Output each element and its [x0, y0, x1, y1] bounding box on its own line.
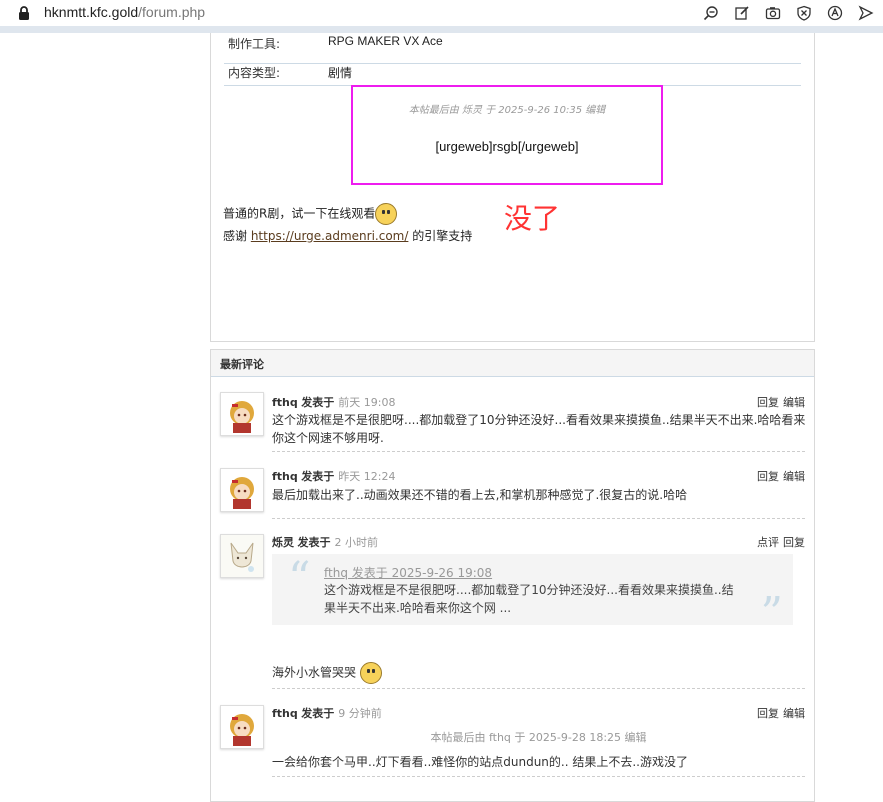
- edit-button[interactable]: 编辑: [783, 470, 805, 483]
- comment-text: 这个游戏框是不是很肥呀....都加载登了10分钟还没好...看看效果来摸摸鱼..…: [272, 413, 806, 445]
- rate-button[interactable]: 点评: [757, 536, 779, 549]
- send-icon[interactable]: [855, 2, 877, 24]
- avatar[interactable]: [220, 705, 264, 749]
- edit-note: 本帖最后由 烁灵 于 2025-9-26 10:35 编辑: [408, 105, 606, 116]
- comment-meta: fthq 发表于 前天 19:08: [272, 396, 396, 409]
- crying-emoji-icon: [359, 662, 382, 684]
- avatar-girl-icon: [221, 706, 263, 748]
- reply-button[interactable]: 回复: [757, 707, 779, 720]
- quote-block: “ ” fthq 发表于 2025-9-26 19:08 这个游戏框是不是很肥呀…: [272, 553, 793, 636]
- reply-button[interactable]: 回复: [783, 536, 805, 549]
- comment-meta: fthq 发表于 昨天 12:24: [272, 470, 396, 483]
- avatar-girl-icon: [221, 469, 263, 511]
- comments-header: 最新评论: [211, 350, 814, 377]
- quote-author-link[interactable]: fthq 发表于 2025-9-26 19:08: [324, 564, 492, 581]
- address-bar[interactable]: hknmtt.kfc.gold/forum.php: [0, 0, 883, 26]
- shield-icon[interactable]: [793, 2, 815, 24]
- lock-icon: [19, 6, 29, 20]
- avatar-girl-icon: [221, 393, 263, 435]
- annotation-text: 没了: [504, 202, 561, 235]
- meta-value: RPG MAKER VX Ace: [328, 34, 443, 48]
- meta-label: 内容类型:: [228, 66, 281, 80]
- comment-meta: fthq 发表于 9 分钟前: [272, 707, 382, 720]
- quote-text: 这个游戏框是不是很肥呀....都加载登了10分钟还没好...看看效果来摸摸鱼..…: [324, 583, 734, 615]
- avatar-fox-icon: [221, 535, 263, 577]
- comment-actions: 点评 回复: [753, 534, 805, 550]
- comment-time: 昨天 12:24: [338, 470, 396, 483]
- smile-emoji-icon: [375, 203, 398, 225]
- edit-button[interactable]: 编辑: [783, 396, 805, 409]
- comment-text: 一会给你套个马甲..灯下看看..难怪你的站点dundun的.. 结果上不去..游…: [272, 755, 688, 769]
- comment-author[interactable]: fthq: [272, 470, 298, 483]
- comment-text: 海外小水管哭哭: [272, 662, 807, 684]
- post-content: 制作工具: RPG MAKER VX Ace 内容类型: 剧情 本帖最后由 烁灵…: [210, 33, 815, 342]
- avatar[interactable]: [220, 392, 264, 436]
- edit-icon[interactable]: [731, 2, 753, 24]
- toolbar-divider: [0, 26, 883, 33]
- browser-toolbar: [700, 2, 877, 24]
- comments-title: 最新评论: [220, 358, 264, 371]
- comment-author[interactable]: fthq: [272, 396, 298, 409]
- comment-time: 前天 19:08: [338, 396, 396, 409]
- translate-icon[interactable]: [824, 2, 846, 24]
- meta-label: 制作工具:: [228, 37, 281, 51]
- post-line-1: 普通的R剧，试一下在线观看: [223, 203, 398, 225]
- comment-edit-note: 本帖最后由 fthq 于 2025-9-28 18:25 编辑: [430, 731, 647, 744]
- comment-time: 9 分钟前: [338, 707, 382, 720]
- comment-actions: 回复 编辑: [753, 468, 805, 484]
- meta-value: 剧情: [328, 66, 353, 80]
- comment-divider: [272, 518, 805, 519]
- comment-divider: [272, 688, 805, 689]
- comment-divider: [272, 451, 805, 452]
- comment-actions: 回复 编辑: [753, 394, 805, 410]
- comment-text: 最后加载出来了..动画效果还不错的看上去,和掌机那种感觉了.很复古的说.哈哈: [272, 488, 688, 502]
- post-line-2: 感谢 https://urge.admenri.com/ 的引擎支持: [223, 229, 473, 243]
- zoom-out-icon[interactable]: [700, 2, 722, 24]
- avatar[interactable]: [220, 468, 264, 512]
- close-quote-icon: ”: [760, 588, 784, 639]
- comment-actions: 回复 编辑: [753, 705, 805, 721]
- engine-link[interactable]: https://urge.admenri.com/: [251, 229, 409, 243]
- comment-divider: [272, 776, 805, 777]
- embed-code: [urgeweb]rsgb[/urgeweb]: [435, 139, 579, 154]
- avatar[interactable]: [220, 534, 264, 578]
- comment-meta: 烁灵 发表于 2 小时前: [272, 536, 379, 549]
- comment-time: 2 小时前: [334, 536, 379, 549]
- comment-author[interactable]: fthq: [272, 707, 298, 720]
- edit-button[interactable]: 编辑: [783, 707, 805, 720]
- meta-row-type: 内容类型: 剧情: [224, 55, 801, 86]
- url-text[interactable]: hknmtt.kfc.gold/forum.php: [44, 4, 205, 20]
- reply-button[interactable]: 回复: [757, 396, 779, 409]
- open-quote-icon: “: [288, 553, 311, 604]
- camera-icon[interactable]: [762, 2, 784, 24]
- comments-panel: 最新评论 fthq 发表于 前天 19:08 回复 编辑 这个游戏框是不是很肥呀..…: [210, 349, 815, 802]
- highlight-box: 本帖最后由 烁灵 于 2025-9-26 10:35 编辑 [urgeweb]r…: [351, 85, 663, 185]
- reply-button[interactable]: 回复: [757, 470, 779, 483]
- comment-author[interactable]: 烁灵: [272, 536, 294, 549]
